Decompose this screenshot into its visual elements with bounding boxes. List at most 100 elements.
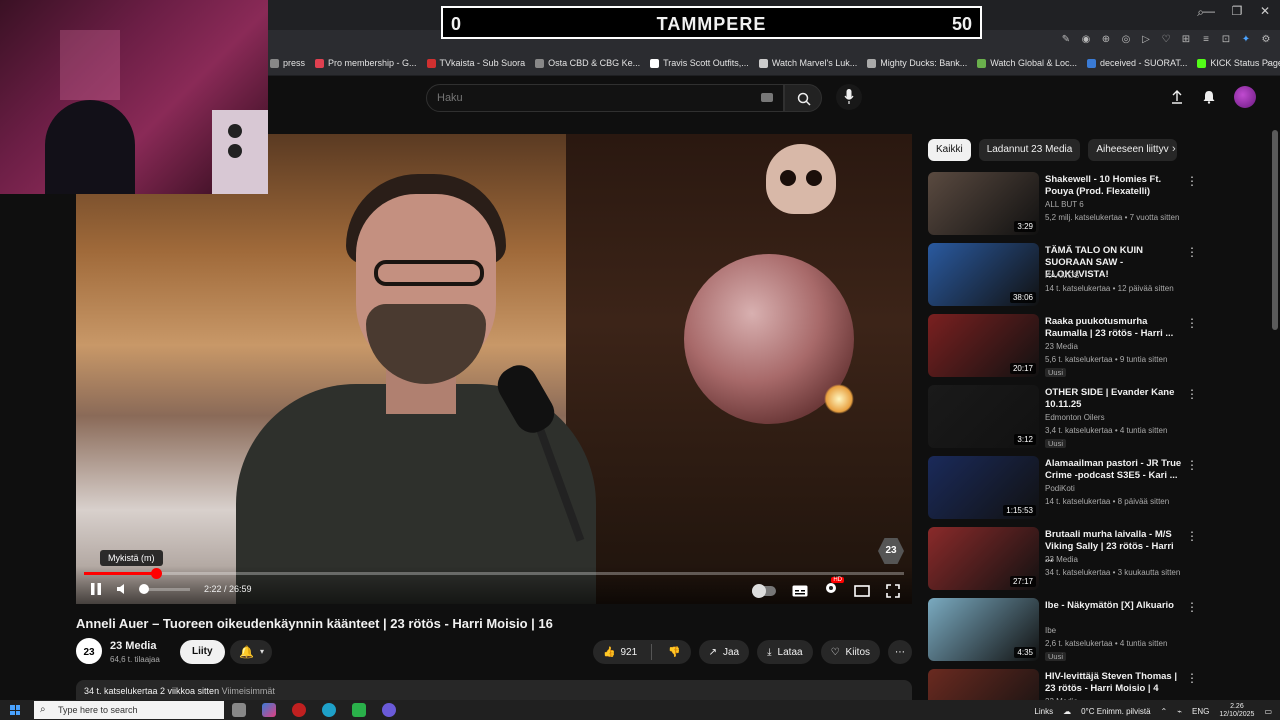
app-icon[interactable] [262, 703, 276, 717]
video-player[interactable]: 23 [76, 134, 912, 604]
video-title-link[interactable]: Raaka puukotusmurha Raumalla | 23 rötös … [1045, 316, 1183, 340]
more-vertical-icon[interactable]: ⋮ [1186, 671, 1198, 685]
extension-icon[interactable]: ⊕ [1100, 34, 1112, 46]
volume-knob[interactable] [139, 583, 149, 594]
subtitles-icon[interactable] [792, 585, 808, 597]
video-title-link[interactable]: HIV-levittäjä Steven Thomas | 23 rötös -… [1045, 671, 1183, 695]
store-icon[interactable] [352, 703, 366, 717]
lang-indicator[interactable]: ENG [1192, 707, 1209, 716]
filter-chip[interactable]: Aiheeseen liittyv [1088, 139, 1177, 161]
notification-center-icon[interactable]: ▭ [1264, 707, 1272, 716]
join-button[interactable]: Liity [180, 640, 225, 664]
video-thumbnail[interactable]: 4:35 [928, 598, 1039, 661]
video-thumbnail[interactable]: 27:17 [928, 527, 1039, 590]
bookmark-item[interactable]: Watch Marvel's Luk... [758, 58, 857, 68]
channel-avatar[interactable]: 23 [76, 638, 102, 664]
upload-icon[interactable] [1170, 90, 1184, 104]
video-thumbnail[interactable]: 1:15:53 [928, 456, 1039, 519]
settings-button[interactable]: HD [824, 577, 844, 600]
video-channel[interactable]: 23 Media [1045, 555, 1078, 564]
play-icon[interactable]: ▷ [1140, 34, 1152, 46]
recommendation-item[interactable]: 3:12 OTHER SIDE | Evander Kane 10.11.25 Ed… [928, 385, 1268, 456]
video-channel[interactable]: KAAMOS [1045, 271, 1079, 280]
camera-icon[interactable]: ◉ [1080, 34, 1092, 46]
bookmarks-more-icon[interactable]: › [1267, 58, 1270, 69]
recommendation-item[interactable]: 1:15:53 Alamaailman pastori - JR True Cri… [928, 456, 1268, 527]
keyboard-icon[interactable] [761, 93, 773, 102]
pause-icon[interactable] [90, 582, 102, 596]
bookmark-item[interactable]: TVkaista - Sub Suora [426, 58, 525, 68]
recommendation-item[interactable]: 3:29 Shakewell - 10 Homies Ft. Pouya (Pro… [928, 172, 1268, 243]
like-button[interactable]: 👍 921 [603, 647, 637, 658]
progress-bar[interactable] [84, 568, 904, 579]
video-channel[interactable]: PodiKoti [1045, 484, 1075, 493]
video-thumbnail[interactable]: 3:12 [928, 385, 1039, 448]
more-vertical-icon[interactable]: ⋮ [1186, 316, 1198, 330]
lock-icon[interactable]: ⊡ [1220, 34, 1232, 46]
weather-text[interactable]: 0°C Enimm. pilvistä [1081, 707, 1150, 716]
filter-chip[interactable]: Kaikki [928, 139, 971, 161]
bookmark-item[interactable]: deceived - SUORAT... [1086, 58, 1187, 68]
recommendation-item[interactable]: 20:17 Raaka puukotusmurha Raumalla | 23 r… [928, 314, 1268, 385]
search-input[interactable] [427, 85, 727, 111]
dislike-button[interactable]: 👎 [658, 647, 690, 658]
edit-icon[interactable]: ✎ [1060, 34, 1072, 46]
chips-next-icon[interactable]: › [1172, 143, 1176, 155]
video-channel[interactable]: 23 Media [1045, 342, 1078, 351]
share-button[interactable]: ↗ Jaa [698, 640, 750, 664]
volume-slider[interactable] [139, 583, 190, 594]
recommendation-item[interactable]: 38:06 TÄMÄ TALO ON KUIN SUORAAN SAW -ELOK… [928, 243, 1268, 314]
translate-icon[interactable]: ◎ [1120, 34, 1132, 46]
search-button[interactable] [784, 84, 822, 112]
thanks-button[interactable]: ♡ Kiitos [820, 640, 880, 664]
bookmark-item[interactable]: press [270, 58, 305, 68]
bookmark-item[interactable]: Mighty Ducks: Bank... [867, 58, 967, 68]
bookmark-item[interactable]: Osta CBD & CBG Ke... [535, 58, 640, 68]
minimize-icon[interactable]: — [1202, 4, 1216, 18]
more-vertical-icon[interactable]: ⋮ [1186, 529, 1198, 543]
video-thumbnail[interactable]: 20:17 [928, 314, 1039, 377]
menu-icon[interactable]: ≡ [1200, 34, 1212, 46]
subscription-bell-button[interactable]: 🔔 ▾ [230, 640, 272, 664]
video-title-link[interactable]: OTHER SIDE | Evander Kane 10.11.25 [1045, 387, 1183, 411]
more-vertical-icon[interactable]: ⋮ [1186, 245, 1198, 259]
more-actions-button[interactable]: ⋯ [888, 640, 912, 664]
taskbar-search[interactable]: ⌕ Type here to search [34, 701, 224, 719]
discord-icon[interactable] [382, 703, 396, 717]
filter-chip[interactable]: Ladannut 23 Media [978, 139, 1081, 161]
edge-icon[interactable] [322, 703, 336, 717]
favorite-icon[interactable]: ♡ [1160, 34, 1172, 46]
settings-icon[interactable]: ⚙ [1260, 34, 1272, 46]
video-channel[interactable]: Ibe [1045, 626, 1056, 635]
collections-icon[interactable]: ⊞ [1180, 34, 1192, 46]
more-vertical-icon[interactable]: ⋮ [1186, 387, 1198, 401]
task-view-icon[interactable] [232, 703, 246, 717]
page-scrollbar[interactable] [1272, 130, 1278, 330]
notifications-bell-icon[interactable] [1202, 90, 1216, 104]
opera-icon[interactable] [292, 703, 306, 717]
recommendation-item[interactable]: 27:17 Brutaali murha laivalla - M/S Vikin… [928, 527, 1268, 598]
links-label[interactable]: Links [1034, 707, 1053, 716]
more-vertical-icon[interactable]: ⋮ [1186, 600, 1198, 614]
account-avatar[interactable] [1234, 86, 1256, 108]
progress-scrubber[interactable] [151, 568, 163, 579]
video-title-link[interactable]: Shakewell - 10 Homies Ft. Pouya (Prod. F… [1045, 174, 1183, 198]
fullscreen-icon[interactable] [886, 583, 900, 598]
bookmark-item[interactable]: Pro membership - G... [315, 58, 417, 68]
network-icon[interactable]: ⌁ [1177, 707, 1182, 716]
clock[interactable]: 2.26 12/10/2025 [1219, 703, 1254, 719]
windows-start-icon[interactable] [10, 705, 20, 715]
video-channel[interactable]: Edmonton Oilers [1045, 413, 1105, 422]
tray-chevron-icon[interactable]: ⌃ [1161, 707, 1168, 716]
more-vertical-icon[interactable]: ⋮ [1186, 174, 1198, 188]
video-thumbnail[interactable]: 38:06 [928, 243, 1039, 306]
volume-icon[interactable] [116, 583, 130, 595]
bookmark-item[interactable]: Watch Global & Loc... [977, 58, 1077, 68]
copilot-icon[interactable]: ✦ [1240, 34, 1252, 46]
video-channel[interactable]: ALL BUT 6 [1045, 200, 1084, 209]
close-icon[interactable]: ✕ [1258, 4, 1272, 18]
video-title-link[interactable]: Alamaailman pastori - JR True Crime -pod… [1045, 458, 1183, 482]
more-vertical-icon[interactable]: ⋮ [1186, 458, 1198, 472]
voice-search-button[interactable] [836, 84, 862, 110]
theater-mode-icon[interactable] [854, 584, 870, 597]
